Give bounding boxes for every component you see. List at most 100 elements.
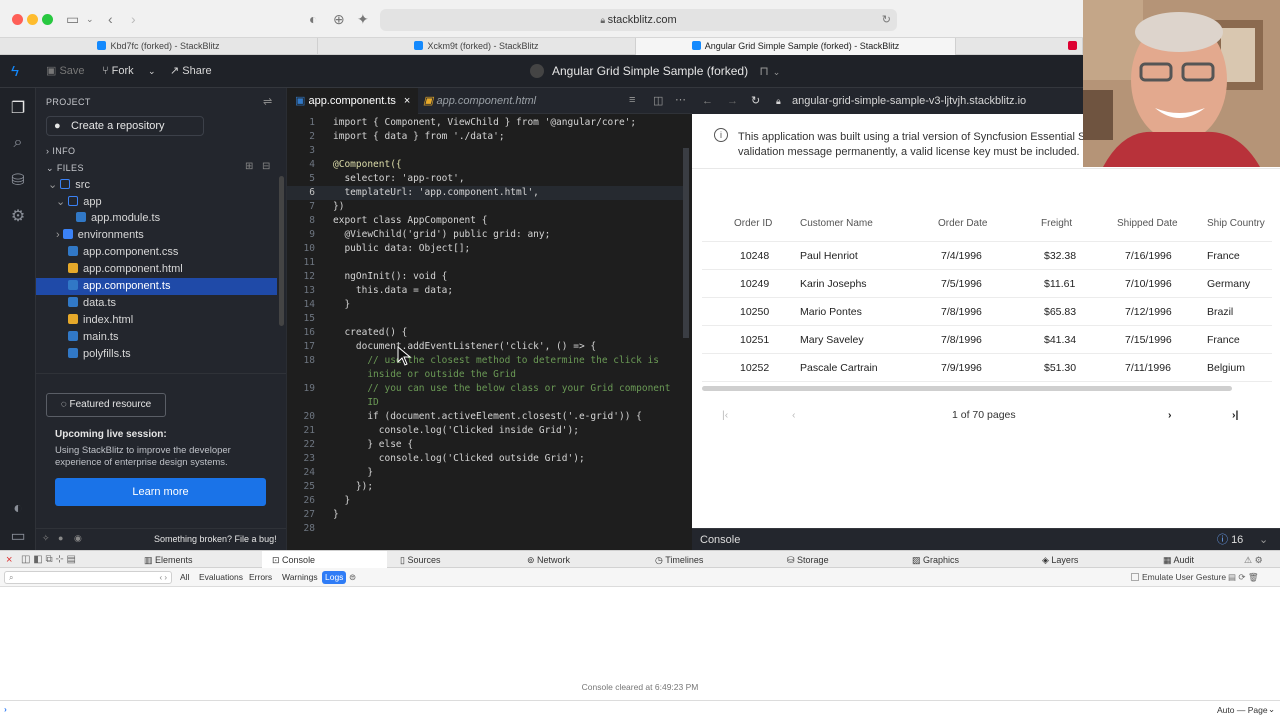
console-output[interactable]: Console cleared at 6:49:23 PM [0, 587, 1280, 700]
preview-url[interactable]: angular-grid-simple-sample-v3-ljtvjh.sta… [792, 88, 1026, 114]
column-header-customer-name[interactable]: Customer Name [800, 206, 873, 242]
back-icon[interactable]: ‹ [108, 10, 113, 28]
editor-scrollbar[interactable] [683, 148, 689, 338]
more-actions-icon[interactable]: ⋯ [675, 93, 686, 106]
tree-file-app-component-css[interactable]: app.component.css [36, 244, 277, 261]
featured-resource-button[interactable]: ◌ Featured resource [46, 393, 166, 417]
create-repository-button[interactable]: ● Create a repository [46, 116, 204, 136]
filter-warnings[interactable]: Warnings [279, 571, 321, 584]
tree-folder-src[interactable]: ⌄ src [36, 177, 277, 194]
search-icon[interactable]: ⌕ [0, 134, 36, 152]
learn-more-button[interactable]: Learn more [55, 478, 266, 506]
theme-toggle-icon[interactable]: ◐ [0, 500, 36, 518]
fork-dropdown-icon[interactable]: ⌄ [148, 55, 156, 88]
browser-tab[interactable]: Xckm9t (forked) - StackBlitz [318, 38, 636, 55]
tree-file-index-html[interactable]: index.html [36, 312, 277, 329]
discord-icon[interactable]: ◉ [74, 533, 82, 544]
project-title[interactable]: Angular Grid Simple Sample (forked) ⊓ ⌄ [530, 55, 780, 88]
tree-file-app-module[interactable]: app.module.ts [36, 210, 277, 227]
collapse-icon[interactable]: ⇌ [263, 95, 272, 108]
table-row[interactable]: 10248 Paul Henriot 7/4/1996 $32.38 7/16/1996… [702, 242, 1272, 270]
preview-console-bar[interactable]: Console ⓘ 16 ⌄ [692, 528, 1280, 550]
next-page-icon[interactable]: › [1168, 400, 1172, 430]
split-editor-icon[interactable]: ◫ [653, 94, 663, 107]
close-tab-icon[interactable]: × [404, 95, 410, 107]
extension-icon[interactable]: ✦ [357, 10, 369, 28]
dock-icon[interactable]: ◫ ◧ ⧉ ⊹ ▤ [21, 551, 76, 569]
close-window-button[interactable] [12, 14, 23, 25]
column-header-ship-country[interactable]: Ship Country [1207, 206, 1265, 242]
globe-icon[interactable]: ⊕ [333, 10, 345, 28]
new-folder-icon[interactable]: ⊟ [262, 161, 270, 172]
sidebar-scrollbar[interactable] [279, 176, 284, 326]
tab-audit[interactable]: ▦ Audit [1163, 551, 1194, 569]
editor-tab-app-component-html[interactable]: ▣ app.component.html [415, 88, 544, 114]
format-icon[interactable]: ≡ [629, 94, 635, 106]
table-row[interactable]: 10249 Karin Josephs 7/5/1996 $11.61 7/10/199… [702, 270, 1272, 298]
code-area[interactable]: 1 import { Component, ViewChild } from '@… [287, 116, 685, 546]
stackblitz-logo-icon[interactable]: ϟ [11, 55, 19, 88]
column-header-freight[interactable]: Freight [1041, 206, 1072, 242]
grid-horizontal-scrollbar[interactable] [702, 386, 1232, 391]
editor-tab-app-component-ts[interactable]: ▣ app.component.ts × [287, 88, 419, 114]
tab-graphics[interactable]: ▨ Graphics [912, 551, 959, 569]
close-inspector-icon[interactable]: × [6, 551, 12, 569]
tab-sources[interactable]: ▯ Sources [400, 551, 440, 569]
browser-tab[interactable] [956, 38, 1083, 55]
tree-file-app-component-ts[interactable]: app.component.ts [36, 278, 277, 295]
forward-icon[interactable]: → [727, 88, 738, 114]
tab-timelines[interactable]: ◷ Timelines [655, 551, 703, 569]
tab-storage[interactable]: ⛁ Storage [787, 551, 829, 569]
table-row[interactable]: 10250 Mario Pontes 7/8/1996 $65.83 7/12/1996… [702, 298, 1272, 326]
save-button[interactable]: ▣ Save [46, 55, 85, 88]
info-section-toggle[interactable]: › INFO [46, 146, 75, 156]
previous-page-icon[interactable]: ‹ [792, 400, 796, 430]
tree-folder-environments[interactable]: › environments [36, 227, 277, 244]
console-collapse-icon[interactable]: ⌄ [1259, 529, 1268, 551]
fork-button[interactable]: ⑂ Fork [102, 55, 134, 88]
new-file-icon[interactable]: ⊞ [245, 161, 253, 172]
files-icon[interactable]: ❐ [0, 98, 36, 118]
address-bar[interactable]: 🔒︎ stackblitz.com ↻ [380, 9, 897, 31]
reload-icon[interactable]: ↻ [751, 88, 760, 114]
console-actions-icon[interactable]: ▤ ⟳ 🗑︎ [1225, 571, 1262, 584]
tree-file-app-component-html[interactable]: app.component.html [36, 261, 277, 278]
file-bug-link[interactable]: Something broken? File a bug! [154, 534, 277, 544]
tree-file-polyfills-ts[interactable]: polyfills.ts [36, 346, 277, 363]
twitter-icon[interactable]: ✧ [42, 533, 50, 544]
tab-network[interactable]: ⊚ Network [527, 551, 570, 569]
filter-evaluations[interactable]: Evaluations [196, 571, 246, 584]
forward-icon[interactable]: › [131, 10, 136, 28]
tree-file-main-ts[interactable]: main.ts [36, 329, 277, 346]
sidebar-toggle-icon[interactable]: ▭ [66, 10, 79, 28]
reload-icon[interactable]: ↻ [882, 9, 891, 31]
chevron-down-icon[interactable]: ⌄ [86, 10, 94, 28]
filter-logs[interactable]: Logs [322, 571, 347, 584]
last-page-icon[interactable]: ›| [1232, 400, 1238, 430]
filter-options-icon[interactable]: ⊜ [346, 571, 359, 584]
minimize-window-button[interactable] [27, 14, 38, 25]
tab-layers[interactable]: ◈ Layers [1042, 551, 1078, 569]
filter-all[interactable]: All [177, 571, 192, 584]
console-prompt-input[interactable] [16, 703, 1196, 717]
tab-console[interactable]: ⊡ Console [262, 551, 387, 569]
tab-elements[interactable]: ▥ Elements [144, 551, 193, 569]
table-row[interactable]: 10251 Mary Saveley 7/8/1996 $41.34 7/15/1996… [702, 326, 1272, 354]
filter-errors[interactable]: Errors [246, 571, 275, 584]
settings-gear-icon[interactable]: ⚙ [0, 206, 36, 226]
column-header-order-id[interactable]: Order ID [734, 206, 772, 242]
deploy-icon[interactable]: ⛁ [0, 170, 36, 190]
browser-tab[interactable]: Kbd7fc (forked) - StackBlitz [0, 38, 318, 55]
column-header-order-date[interactable]: Order Date [938, 206, 987, 242]
shield-icon[interactable]: ◐ [309, 10, 317, 28]
github-icon[interactable]: ● [58, 533, 63, 543]
emulate-user-gesture-checkbox[interactable]: Emulate User Gesture [1128, 571, 1229, 584]
share-button[interactable]: ↗ Share [170, 55, 212, 88]
files-section-toggle[interactable]: ⌄ FILES [46, 163, 84, 174]
tree-folder-app[interactable]: ⌄ app [36, 194, 277, 211]
browser-tab-active[interactable]: Angular Grid Simple Sample (forked) - St… [636, 38, 956, 55]
first-page-icon[interactable]: |‹ [722, 400, 728, 430]
column-header-shipped-date[interactable]: Shipped Date [1117, 206, 1178, 242]
execution-context-select[interactable]: Auto — Page [1217, 705, 1268, 715]
maximize-window-button[interactable] [42, 14, 53, 25]
